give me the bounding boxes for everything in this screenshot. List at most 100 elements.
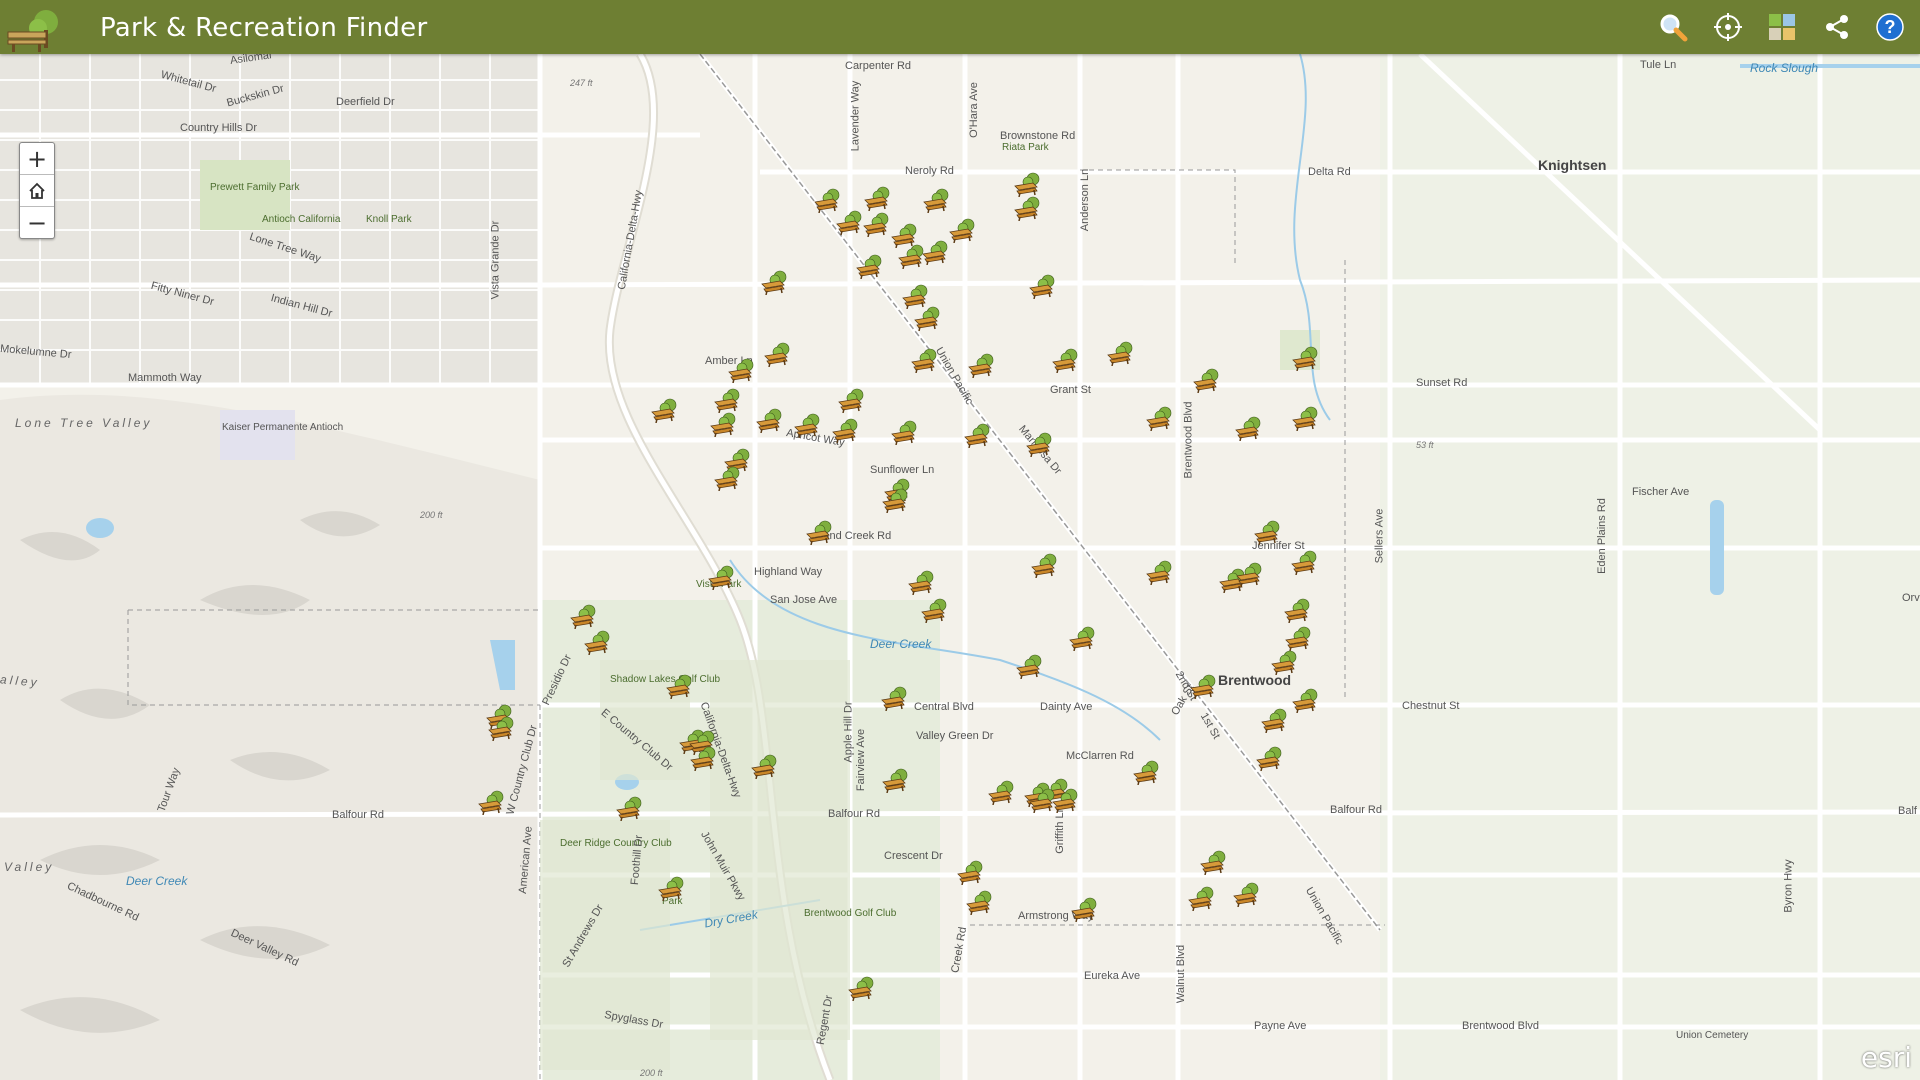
park-marker[interactable] — [1145, 405, 1175, 432]
park-marker[interactable] — [1290, 549, 1320, 576]
park-marker[interactable] — [615, 795, 645, 822]
park-marker[interactable] — [1068, 625, 1098, 652]
park-bench-icon — [714, 466, 740, 492]
park-marker[interactable] — [831, 417, 861, 444]
park-marker[interactable] — [837, 387, 867, 414]
park-bench-icon — [1284, 598, 1310, 624]
map-view[interactable]: Carpenter Rd Brownstone Rd Neroly Rd Ria… — [0, 54, 1920, 1080]
park-marker[interactable] — [920, 597, 950, 624]
park-marker[interactable] — [880, 685, 910, 712]
park-marker[interactable] — [963, 422, 993, 449]
park-marker[interactable] — [713, 387, 743, 414]
home-button[interactable] — [20, 175, 54, 207]
search-button[interactable] — [1656, 10, 1690, 44]
park-marker[interactable] — [1189, 673, 1219, 700]
park-marker[interactable] — [1291, 687, 1321, 714]
park-marker[interactable] — [890, 419, 920, 446]
basemap-gallery-button[interactable] — [1765, 10, 1799, 44]
park-marker[interactable] — [1235, 561, 1265, 588]
park-marker[interactable] — [487, 715, 517, 742]
park-marker[interactable] — [793, 412, 823, 439]
park-marker[interactable] — [967, 352, 997, 379]
park-marker[interactable] — [1291, 345, 1321, 372]
park-marker[interactable] — [569, 603, 599, 630]
park-bench-icon — [570, 604, 596, 630]
park-marker[interactable] — [1051, 347, 1081, 374]
park-marker[interactable] — [1187, 885, 1217, 912]
park-marker[interactable] — [956, 859, 986, 886]
park-marker[interactable] — [922, 187, 952, 214]
locate-button[interactable] — [1711, 10, 1745, 44]
park-bench-icon — [1016, 654, 1042, 680]
park-marker[interactable] — [910, 347, 940, 374]
park-marker[interactable] — [965, 889, 995, 916]
label-mammoth-way: Mammoth Way — [128, 372, 202, 384]
park-marker[interactable] — [1270, 649, 1300, 676]
park-marker[interactable] — [657, 875, 687, 902]
park-marker[interactable] — [1199, 849, 1229, 876]
label-elev-247: 247 ft — [570, 78, 593, 88]
park-marker[interactable] — [763, 341, 793, 368]
park-marker[interactable] — [1260, 707, 1290, 734]
park-marker[interactable] — [1253, 519, 1283, 546]
park-marker[interactable] — [1291, 405, 1321, 432]
park-marker[interactable] — [948, 217, 978, 244]
park-marker[interactable] — [847, 975, 877, 1002]
park-marker[interactable] — [1106, 340, 1136, 367]
park-marker[interactable] — [583, 629, 613, 656]
park-marker[interactable] — [1013, 195, 1043, 222]
park-marker[interactable] — [1013, 171, 1043, 198]
park-marker[interactable] — [987, 779, 1017, 806]
park-marker[interactable] — [1232, 881, 1262, 908]
zoom-out-button[interactable]: − — [20, 207, 54, 238]
park-marker[interactable] — [1284, 625, 1314, 652]
park-marker[interactable] — [709, 411, 739, 438]
label-balfour-rd-west: Balfour Rd — [332, 809, 384, 821]
park-bench-icon — [921, 598, 947, 624]
park-marker[interactable] — [707, 564, 737, 591]
park-marker[interactable] — [1255, 745, 1285, 772]
app-header: Park & Recreation Finder ? — [0, 0, 1920, 54]
share-button[interactable] — [1820, 10, 1854, 44]
park-bench-icon — [1107, 341, 1133, 367]
park-marker[interactable] — [913, 305, 943, 332]
park-marker[interactable] — [1030, 552, 1060, 579]
park-bench-icon — [882, 488, 908, 514]
park-marker[interactable] — [727, 357, 757, 384]
park-marker[interactable] — [1015, 653, 1045, 680]
park-marker[interactable] — [1070, 896, 1100, 923]
park-marker[interactable] — [1283, 597, 1313, 624]
park-marker[interactable] — [1145, 559, 1175, 586]
label-brownstone-rd: Brownstone Rd — [1000, 130, 1076, 142]
park-marker[interactable] — [855, 253, 885, 280]
park-marker[interactable] — [650, 397, 680, 424]
park-marker[interactable] — [1028, 273, 1058, 300]
park-marker[interactable] — [477, 789, 507, 816]
park-marker[interactable] — [750, 753, 780, 780]
park-marker[interactable] — [665, 673, 695, 700]
park-marker[interactable] — [1234, 415, 1264, 442]
zoom-in-button[interactable]: + — [20, 143, 54, 175]
park-marker[interactable] — [1028, 787, 1058, 814]
help-button[interactable]: ? — [1873, 10, 1907, 44]
park-bench-icon — [1052, 348, 1078, 374]
park-marker[interactable] — [863, 185, 893, 212]
park-bench-icon — [728, 358, 754, 384]
park-marker[interactable] — [755, 407, 785, 434]
park-marker[interactable] — [805, 519, 835, 546]
label-delta-rd: Delta Rd — [1308, 166, 1351, 178]
label-knoll-park: Knoll Park — [366, 214, 412, 225]
park-marker[interactable] — [862, 211, 892, 238]
park-marker[interactable] — [689, 745, 719, 772]
park-marker[interactable] — [1132, 759, 1162, 786]
park-marker[interactable] — [1192, 367, 1222, 394]
park-marker[interactable] — [1025, 431, 1055, 458]
park-marker[interactable] — [921, 239, 951, 266]
park-marker[interactable] — [835, 209, 865, 236]
park-bench-icon — [1014, 196, 1040, 222]
park-marker[interactable] — [881, 487, 911, 514]
park-marker[interactable] — [881, 767, 911, 794]
park-marker[interactable] — [907, 569, 937, 596]
park-marker[interactable] — [713, 465, 743, 492]
park-marker[interactable] — [760, 269, 790, 296]
